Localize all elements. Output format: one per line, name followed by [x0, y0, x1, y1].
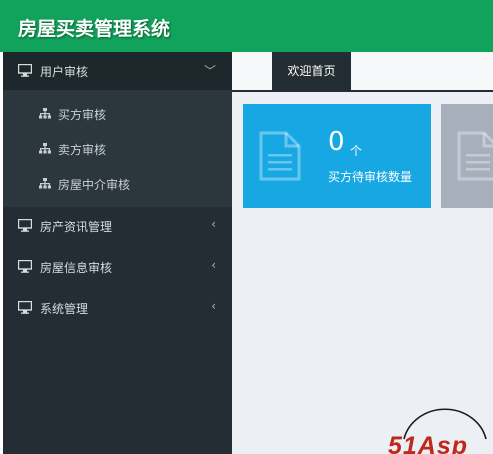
- sitemap-icon: [39, 178, 51, 189]
- sidebar-item-news[interactable]: 房产资讯管理 ‹: [3, 207, 232, 245]
- chevron-left-icon: ‹: [211, 299, 216, 313]
- monitor-icon: [18, 219, 32, 232]
- sidebar-item-label: 房产资讯管理: [40, 220, 113, 234]
- chevron-left-icon: ‹: [211, 258, 216, 272]
- sidebar-item-label: 房屋信息审核: [40, 261, 113, 275]
- tab-welcome-home[interactable]: 欢迎首页: [272, 52, 351, 92]
- top-header: 房屋买卖管理系统: [0, 0, 493, 52]
- document-icon: [457, 131, 493, 181]
- sidebar: 用户审核 ﹀ 买方审核 卖方审核 房屋中介审核 房产资讯管理 ‹ 房屋信息审核 …: [3, 52, 232, 454]
- sitemap-icon: [39, 108, 51, 119]
- chevron-left-icon: ‹: [211, 217, 216, 231]
- sidebar-item-label: 用户审核: [40, 65, 89, 79]
- chevron-down-icon: ﹀: [203, 64, 216, 78]
- count-unit: 个: [350, 144, 363, 158]
- monitor-icon: [18, 301, 32, 314]
- sidebar-item-system[interactable]: 系统管理 ‹: [3, 289, 232, 327]
- buyer-pending-card[interactable]: 0 个 买方待审核数量: [243, 104, 431, 208]
- sidebar-subitem-label: 买方审核: [58, 108, 107, 122]
- sitemap-icon: [39, 143, 51, 154]
- sidebar-subitem-buyer-audit[interactable]: 买方审核: [3, 96, 232, 131]
- sidebar-subitem-agent-audit[interactable]: 房屋中介审核: [3, 166, 232, 201]
- buyer-pending-count: 0: [328, 127, 345, 157]
- sidebar-subitem-label: 卖方审核: [58, 143, 107, 157]
- app-title: 房屋买卖管理系统: [18, 18, 171, 40]
- tab-bar: 欢迎首页: [232, 52, 493, 92]
- sidebar-subitem-label: 房屋中介审核: [58, 178, 131, 192]
- buyer-pending-label: 买方待审核数量: [328, 170, 413, 184]
- sidebar-item-user-audit[interactable]: 用户审核 ﹀: [3, 52, 232, 90]
- sidebar-item-house-audit[interactable]: 房屋信息审核 ‹: [3, 248, 232, 286]
- document-icon: [259, 131, 301, 181]
- sidebar-item-label: 系统管理: [40, 302, 89, 316]
- watermark-logo: 51Asp: [386, 398, 493, 454]
- sidebar-subitem-seller-audit[interactable]: 卖方审核: [3, 131, 232, 166]
- user-audit-submenu: 买方审核 卖方审核 房屋中介审核: [3, 90, 232, 207]
- monitor-icon: [18, 260, 32, 273]
- watermark-text: 51Asp: [388, 432, 469, 454]
- monitor-icon: [18, 64, 32, 77]
- secondary-stat-card[interactable]: [441, 104, 493, 208]
